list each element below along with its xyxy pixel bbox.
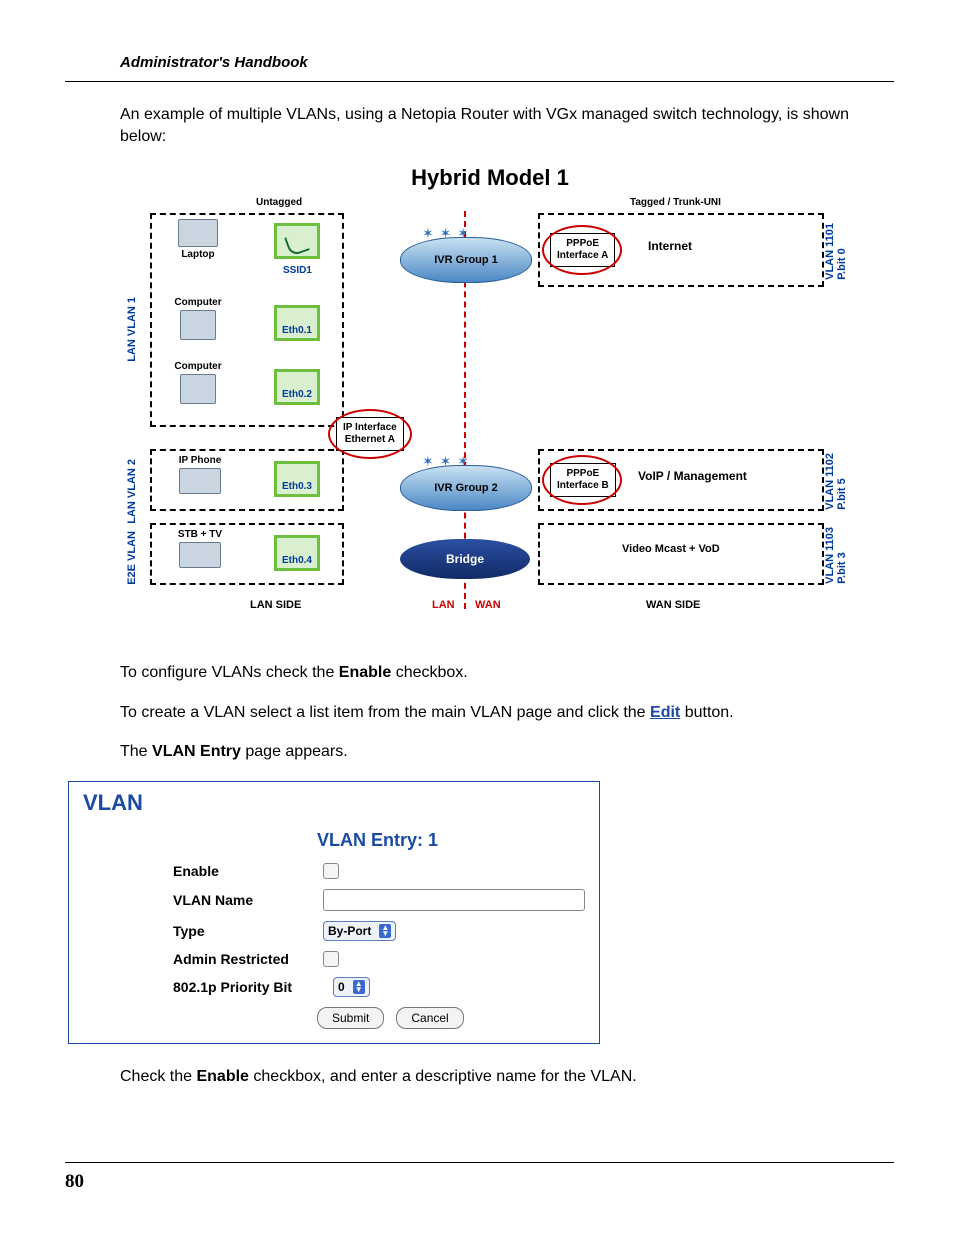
vlan-name-input[interactable] <box>323 889 585 911</box>
computer2-device: Computer <box>166 361 230 406</box>
para1-c: checkbox. <box>391 664 467 681</box>
wan-side-label: WAN SIDE <box>646 599 700 611</box>
para-create: To create a VLAN select a list item from… <box>120 702 860 724</box>
edit-link[interactable]: Edit <box>650 704 680 721</box>
para3-a: The <box>120 743 152 760</box>
e2e-vlan-label: E2E VLAN <box>126 531 138 585</box>
wan-center-label: WAN <box>475 599 501 611</box>
vlan-1101-label: VLAN 1101 P.bit 0 <box>824 223 848 280</box>
ip-interface-circle <box>328 409 412 459</box>
lan-vlan2-label: LAN VLAN 2 <box>126 459 138 524</box>
type-select[interactable]: By-Port ▲▼ <box>323 921 396 941</box>
stepper-icon: ▲▼ <box>379 924 391 938</box>
stb-tv-device: STB + TV <box>164 529 236 570</box>
pbit-select[interactable]: 0 ▲▼ <box>333 977 370 997</box>
network-diagram: Hybrid Model 1 Untagged Tagged / Trunk-U… <box>120 165 860 640</box>
computer1-label: Computer <box>174 297 221 308</box>
para2-a: To create a VLAN select a list item from… <box>120 704 650 721</box>
bottom-rule <box>65 1162 894 1163</box>
voip-label: VoIP / Management <box>638 469 747 483</box>
router-stars-2: ✶ ✶ ✶ <box>422 453 470 470</box>
enable-bold-1: Enable <box>339 664 391 681</box>
internet-label: Internet <box>648 239 692 253</box>
row-admin: Admin Restricted <box>173 951 585 967</box>
row-vlan-name: VLAN Name <box>173 889 585 911</box>
ssid1-text: SSID1 <box>283 265 312 276</box>
para2-c: button. <box>680 704 733 721</box>
bridge: Bridge <box>400 539 530 579</box>
stepper-icon: ▲▼ <box>353 980 365 994</box>
stb-tv-label: STB + TV <box>178 529 222 540</box>
laptop-label: Laptop <box>181 249 214 260</box>
lan-center-label: LAN <box>432 599 455 611</box>
para4-c: checkbox, and enter a descriptive name f… <box>249 1068 637 1085</box>
vlan-1102-label: VLAN 1102 P.bit 5 <box>824 453 848 510</box>
lan-side-label: LAN SIDE <box>250 599 301 611</box>
para4-a: Check the <box>120 1068 196 1085</box>
para3-c: page appears. <box>241 743 348 760</box>
admin-checkbox[interactable] <box>323 951 339 967</box>
row-pbit: 802.1p Priority Bit 0 ▲▼ <box>173 977 585 997</box>
laptop-device: Laptop <box>166 219 230 260</box>
router-stars-1: ✶ ✶ ✶ <box>422 225 470 242</box>
vlan-name-label: VLAN Name <box>173 892 323 908</box>
eth03-chip: Eth0.3 <box>274 461 320 497</box>
intro-paragraph: An example of multiple VLANs, using a Ne… <box>120 104 860 147</box>
untagged-label: Untagged <box>256 197 302 208</box>
admin-label: Admin Restricted <box>173 951 323 967</box>
vlan-panel-title: VLAN <box>83 790 585 816</box>
ivr-group-1: IVR Group 1 <box>400 237 532 283</box>
cancel-button[interactable]: Cancel <box>396 1007 463 1029</box>
enable-checkbox[interactable] <box>323 863 339 879</box>
para-entry: The VLAN Entry page appears. <box>120 741 860 763</box>
type-value: By-Port <box>328 924 371 938</box>
vlan-entry-screenshot: VLAN VLAN Entry: 1 Enable VLAN Name Type… <box>68 781 600 1044</box>
type-label: Type <box>173 923 323 939</box>
tagged-label: Tagged / Trunk-UNI <box>630 197 721 208</box>
ivr-group-2: IVR Group 2 <box>400 465 532 511</box>
para-configure: To configure VLANs check the Enable chec… <box>120 662 860 684</box>
computer2-label: Computer <box>174 361 221 372</box>
wifi-icon <box>284 231 310 257</box>
vlan-entry-bold: VLAN Entry <box>152 743 241 760</box>
row-enable: Enable <box>173 863 585 879</box>
eth02-chip: Eth0.2 <box>274 369 320 405</box>
running-head: Administrator's Handbook <box>120 54 894 71</box>
pbit-label: 802.1p Priority Bit <box>173 979 333 995</box>
pbit-value: 0 <box>338 980 345 994</box>
ssid1-chip <box>274 223 320 259</box>
para-check-enable: Check the Enable checkbox, and enter a d… <box>120 1066 860 1088</box>
page-number: 80 <box>65 1171 84 1193</box>
enable-bold-2: Enable <box>196 1068 248 1085</box>
eth04-chip: Eth0.4 <box>274 535 320 571</box>
computer1-device: Computer <box>166 297 230 342</box>
top-rule <box>65 81 894 82</box>
vlan-1103-label: VLAN 1103 P.bit 3 <box>824 527 848 584</box>
para1-a: To configure VLANs check the <box>120 664 339 681</box>
row-type: Type By-Port ▲▼ <box>173 921 585 941</box>
vlan-entry-heading: VLAN Entry: 1 <box>317 830 585 851</box>
eth01-chip: Eth0.1 <box>274 305 320 341</box>
lan-vlan1-label: LAN VLAN 1 <box>126 297 138 362</box>
diagram-title: Hybrid Model 1 <box>120 165 860 191</box>
submit-button[interactable]: Submit <box>317 1007 384 1029</box>
ip-phone-label: IP Phone <box>179 455 222 466</box>
enable-label: Enable <box>173 863 323 879</box>
video-label: Video Mcast + VoD <box>622 543 720 555</box>
ip-phone-device: IP Phone <box>164 455 236 496</box>
